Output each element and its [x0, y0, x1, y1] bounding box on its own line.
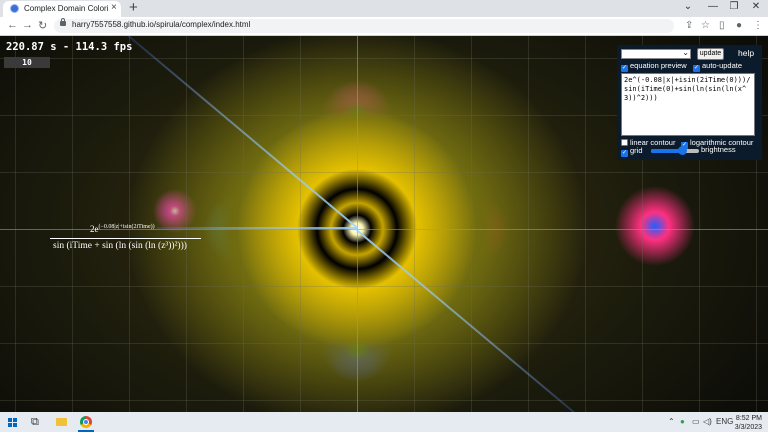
- equation-preview-label: equation preview: [630, 61, 687, 70]
- sidebar-icon[interactable]: ▯: [719, 20, 725, 31]
- url-text: harry7557558.github.io/spirula/complex/i…: [72, 20, 251, 29]
- star-icon[interactable]: ☆: [701, 20, 710, 31]
- close-window-button[interactable]: ✕: [748, 1, 764, 12]
- help-link[interactable]: help: [738, 48, 754, 58]
- chevron-up-icon[interactable]: ⌃: [668, 417, 675, 426]
- tab-title: Complex Domain Coloring Graph: [24, 4, 108, 13]
- formula-denominator: sin (iTime + sin (ln (sin (ln (z³))²))): [53, 241, 187, 251]
- restore-button[interactable]: ❐: [726, 1, 742, 12]
- control-panel: ⌄ update help equation preview auto-upda…: [617, 45, 762, 160]
- security-icon[interactable]: ●: [680, 417, 685, 426]
- fraction-bar: [50, 238, 201, 239]
- update-button[interactable]: update: [697, 48, 724, 60]
- checkbox-checked-icon[interactable]: [621, 150, 628, 157]
- tab-search-icon[interactable]: ⌄: [680, 1, 696, 12]
- step-counter[interactable]: 10: [4, 57, 50, 68]
- auto-update-label: auto-update: [702, 61, 743, 70]
- network-icon[interactable]: ▭: [692, 417, 700, 426]
- new-tab-button[interactable]: +: [129, 0, 138, 16]
- windows-start-icon[interactable]: [8, 418, 17, 427]
- brightness-slider-handle[interactable]: [678, 146, 688, 155]
- taskbar: ⧉ ⌃ ● ▭ ◁) ENG 8:52 PM 3/3/2023: [0, 412, 768, 432]
- clock-time: 8:52 PM: [735, 415, 762, 422]
- chevron-down-icon: ⌄: [682, 48, 689, 57]
- menu-icon[interactable]: ⋮: [753, 20, 763, 31]
- checkbox-checked-icon[interactable]: [621, 65, 628, 72]
- minimize-button[interactable]: —: [705, 1, 721, 12]
- numerator-exponent: (−0.08|z|+isin(2iTime)): [98, 224, 155, 230]
- chrome-icon[interactable]: [80, 416, 92, 428]
- address-bar[interactable]: harry7557558.github.io/spirula/complex/i…: [54, 18, 674, 33]
- grid-label: grid: [630, 146, 643, 155]
- system-clock[interactable]: 8:52 PM 3/3/2023: [728, 414, 762, 432]
- preset-select[interactable]: ⌄: [621, 48, 691, 59]
- checkbox-checked-icon[interactable]: [693, 65, 700, 72]
- clock-date: 3/3/2023: [734, 424, 762, 431]
- file-explorer-icon[interactable]: [56, 418, 67, 426]
- checkbox-unchecked-icon[interactable]: [621, 139, 628, 146]
- browser-toolbar: ← → ↻ harry7557558.github.io/spirula/com…: [0, 17, 768, 36]
- formula-numerator: 2e(−0.08|z|+isin(2iTime)): [90, 224, 155, 234]
- back-button[interactable]: ←: [7, 19, 18, 31]
- profile-icon[interactable]: ●: [736, 20, 742, 31]
- auto-update-toggle[interactable]: auto-update: [693, 61, 742, 72]
- share-icon[interactable]: ⇪: [685, 20, 693, 31]
- volume-icon[interactable]: ◁): [703, 417, 712, 426]
- lock-icon: [60, 18, 66, 26]
- equation-input[interactable]: 2e^(-0.08|x|+isin(2iTime(0)))/sin(iTime(…: [621, 73, 755, 136]
- brightness-label: brightness: [701, 145, 736, 154]
- fps-readout: 220.87 s - 114.3 fps: [6, 41, 133, 53]
- tab-close-icon[interactable]: ×: [111, 2, 117, 13]
- forward-button[interactable]: →: [22, 19, 33, 31]
- numerator-base: 2e: [90, 224, 99, 234]
- imaginary-axis: [357, 36, 358, 412]
- site-favicon-icon: [10, 4, 19, 13]
- task-view-icon[interactable]: ⧉: [31, 416, 39, 429]
- light-beam: [157, 227, 357, 229]
- browser-tab[interactable]: Complex Domain Coloring Graph ×: [3, 1, 121, 17]
- browser-tab-bar: Complex Domain Coloring Graph × + ⌄ — ❐ …: [0, 0, 768, 17]
- reload-button[interactable]: ↻: [38, 19, 47, 32]
- grid-toggle[interactable]: grid: [621, 146, 643, 157]
- equation-preview-toggle[interactable]: equation preview: [621, 61, 687, 72]
